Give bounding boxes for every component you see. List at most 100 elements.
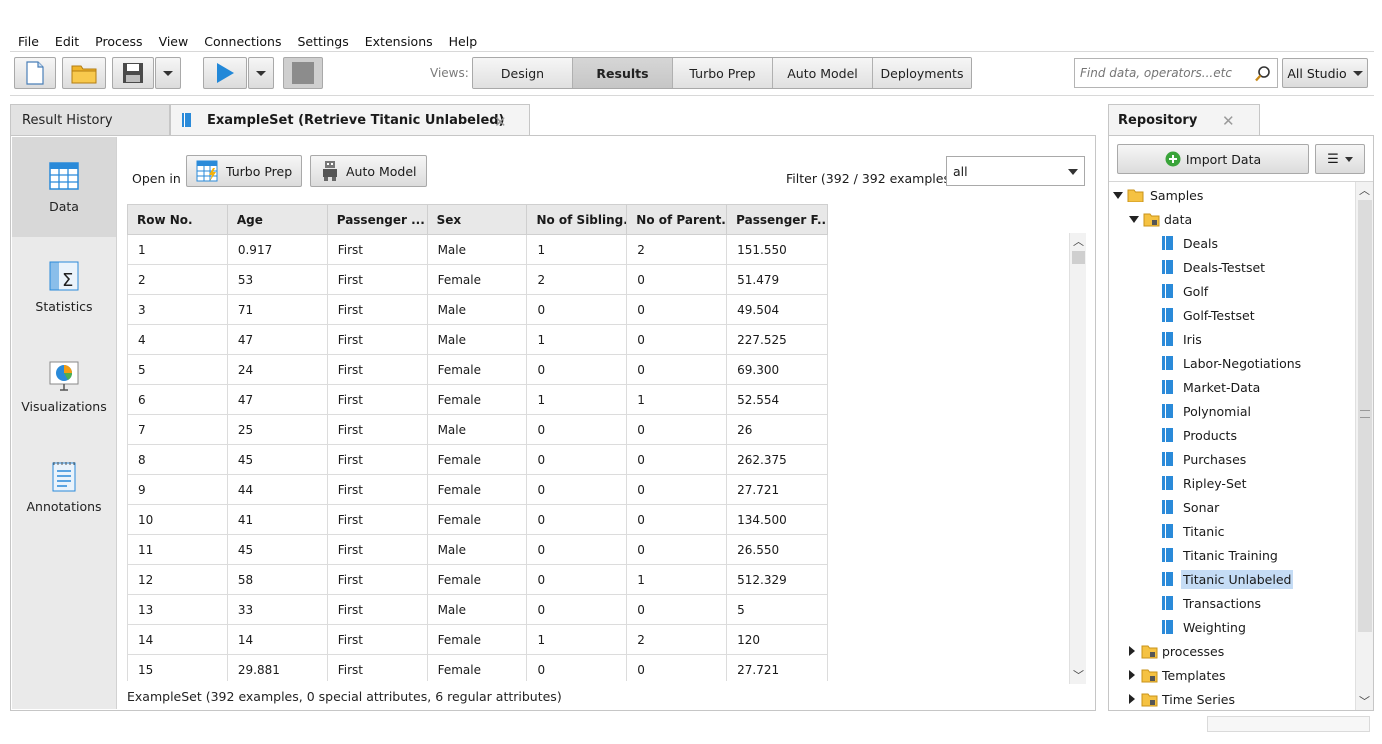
- table-body: 1 0.917 First Male 1 2 151.550 2 53 First Female 2 0…: [127, 235, 828, 681]
- tree-item-dataset[interactable]: Market-Data: [1161, 376, 1262, 398]
- column-header-parents[interactable]: No of Parent...: [627, 205, 728, 234]
- table-row[interactable]: 2 53 First Female 2 0 51.479: [127, 265, 828, 295]
- save-dropdown-button[interactable]: [155, 57, 181, 89]
- stop-process-button[interactable]: [283, 57, 323, 89]
- view-results[interactable]: Results: [573, 58, 673, 88]
- table-row[interactable]: 8 45 First Female 0 0 262.375: [127, 445, 828, 475]
- column-header-row-no[interactable]: Row No.: [128, 205, 228, 234]
- expand-arrow-icon[interactable]: [1113, 191, 1123, 199]
- table-row[interactable]: 3 71 First Male 0 0 49.504: [127, 295, 828, 325]
- menu-edit[interactable]: Edit: [47, 33, 87, 51]
- column-header-age[interactable]: Age: [228, 205, 328, 234]
- run-process-button[interactable]: [203, 57, 247, 89]
- table-row[interactable]: 10 41 First Female 0 0 134.500: [127, 505, 828, 535]
- view-auto-model[interactable]: Auto Model: [773, 58, 873, 88]
- scroll-down-icon[interactable]: ﹀: [1073, 667, 1084, 683]
- table-row[interactable]: 4 47 First Male 1 0 227.525: [127, 325, 828, 355]
- table-row[interactable]: 5 24 First Female 0 0 69.300: [127, 355, 828, 385]
- menu-help[interactable]: Help: [441, 33, 486, 51]
- table-row[interactable]: 1 0.917 First Male 1 2 151.550: [127, 235, 828, 265]
- import-data-button[interactable]: Import Data: [1117, 144, 1309, 174]
- open-auto-model-button[interactable]: Auto Model: [310, 155, 427, 187]
- scroll-down-icon[interactable]: ﹀: [1359, 693, 1370, 709]
- tree-folder-time-series[interactable]: Time Series: [1129, 688, 1237, 710]
- run-dropdown-button[interactable]: [248, 57, 274, 89]
- table-scrollbar[interactable]: ︿ ﹀: [1069, 233, 1086, 684]
- view-turbo-prep[interactable]: Turbo Prep: [673, 58, 773, 88]
- view-deployments[interactable]: Deployments: [873, 58, 971, 88]
- column-header-sex[interactable]: Sex: [428, 205, 528, 234]
- menu-file[interactable]: File: [10, 33, 47, 51]
- scroll-thumb[interactable]: [1072, 251, 1085, 264]
- scroll-up-icon[interactable]: ︿: [1073, 233, 1084, 249]
- collapse-arrow-icon[interactable]: [1129, 646, 1135, 656]
- new-process-button[interactable]: [14, 57, 56, 89]
- open-process-button[interactable]: [62, 57, 106, 89]
- tab-exampleset[interactable]: ExampleSet (Retrieve Titanic Unlabeled) …: [170, 104, 530, 135]
- tree-item-dataset[interactable]: Golf-Testset: [1161, 304, 1257, 326]
- search-input[interactable]: [1075, 59, 1245, 87]
- cell-passenger-class: First: [328, 265, 428, 294]
- tree-item-dataset[interactable]: Golf: [1161, 280, 1210, 302]
- cell-sex: Male: [428, 415, 528, 444]
- table-row[interactable]: 14 14 First Female 1 2 120: [127, 625, 828, 655]
- menu-connections[interactable]: Connections: [196, 33, 289, 51]
- tree-item-dataset[interactable]: Ripley-Set: [1161, 472, 1248, 494]
- collapse-arrow-icon[interactable]: [1129, 670, 1135, 680]
- tree-item-dataset[interactable]: Products: [1161, 424, 1239, 446]
- tree-folder-samples[interactable]: Samples: [1113, 184, 1205, 206]
- dataset-icon: [1162, 404, 1173, 418]
- column-header-passenger-class[interactable]: Passenger ...: [328, 205, 428, 234]
- filter-select[interactable]: all: [946, 156, 1085, 186]
- tree-item-dataset[interactable]: Polynomial: [1161, 400, 1253, 422]
- table-row[interactable]: 11 45 First Male 0 0 26.550: [127, 535, 828, 565]
- tree-item-dataset[interactable]: Weighting: [1161, 616, 1248, 638]
- cell-fare: 27.721: [737, 482, 780, 497]
- tab-result-history[interactable]: Result History: [10, 104, 170, 135]
- open-turbo-prep-button[interactable]: Turbo Prep: [186, 155, 303, 187]
- tree-item-dataset[interactable]: Labor-Negotiations: [1161, 352, 1303, 374]
- table-row[interactable]: 9 44 First Female 0 0 27.721: [127, 475, 828, 505]
- save-process-button[interactable]: [112, 57, 154, 89]
- repository-menu-button[interactable]: ☰: [1315, 144, 1365, 174]
- studio-selector[interactable]: All Studio: [1282, 58, 1368, 88]
- nav-annotations[interactable]: Annotations: [12, 437, 116, 537]
- table-row[interactable]: 13 33 First Male 0 0 5: [127, 595, 828, 625]
- nav-data[interactable]: Data: [12, 137, 116, 237]
- tree-folder-templates[interactable]: Templates: [1129, 664, 1228, 686]
- table-row[interactable]: 6 47 First Female 1 1 52.554: [127, 385, 828, 415]
- menu-divider: [10, 51, 1374, 52]
- tree-item-dataset[interactable]: Titanic: [1161, 520, 1227, 542]
- tree-item-dataset[interactable]: Iris: [1161, 328, 1204, 350]
- nav-visualizations[interactable]: Visualizations: [12, 337, 116, 437]
- menu-extensions[interactable]: Extensions: [357, 33, 441, 51]
- close-icon[interactable]: ✕: [494, 113, 507, 131]
- expand-arrow-icon[interactable]: [1129, 215, 1139, 223]
- table-row[interactable]: 7 25 First Male 0 0 26: [127, 415, 828, 445]
- tree-item-dataset[interactable]: Purchases: [1161, 448, 1248, 470]
- column-header-fare[interactable]: Passenger F...: [727, 205, 827, 234]
- tree-item-dataset[interactable]: Deals-Testset: [1161, 256, 1267, 278]
- tree-item-dataset[interactable]: Titanic Training: [1161, 544, 1280, 566]
- search-icon[interactable]: [1254, 65, 1272, 83]
- tree-folder-data[interactable]: data: [1129, 208, 1194, 230]
- tree-folder-processes[interactable]: processes: [1129, 640, 1226, 662]
- menu-process[interactable]: Process: [87, 33, 150, 51]
- chevron-down-icon: [1068, 169, 1078, 175]
- scroll-up-icon[interactable]: ︿: [1359, 182, 1370, 198]
- tab-repository[interactable]: Repository ✕: [1108, 104, 1260, 135]
- close-icon[interactable]: ✕: [1222, 112, 1235, 130]
- menu-settings[interactable]: Settings: [289, 33, 356, 51]
- column-header-siblings[interactable]: No of Sibling...: [527, 205, 628, 234]
- collapse-arrow-icon[interactable]: [1129, 694, 1135, 704]
- table-row[interactable]: 12 58 First Female 0 1 512.329: [127, 565, 828, 595]
- tree-item-dataset[interactable]: Sonar: [1161, 496, 1221, 518]
- menu-view[interactable]: View: [151, 33, 197, 51]
- nav-statistics[interactable]: Σ Statistics: [12, 237, 116, 337]
- tree-item-dataset[interactable]: Transactions: [1161, 592, 1263, 614]
- tree-item-dataset[interactable]: Titanic Unlabeled: [1161, 568, 1294, 590]
- tree-item-dataset[interactable]: Deals: [1161, 232, 1220, 254]
- table-row[interactable]: 15 29.881 First Female 0 0 27.721: [127, 655, 828, 681]
- view-design[interactable]: Design: [473, 58, 573, 88]
- repository-scrollbar[interactable]: ︿ ﹀: [1355, 182, 1373, 710]
